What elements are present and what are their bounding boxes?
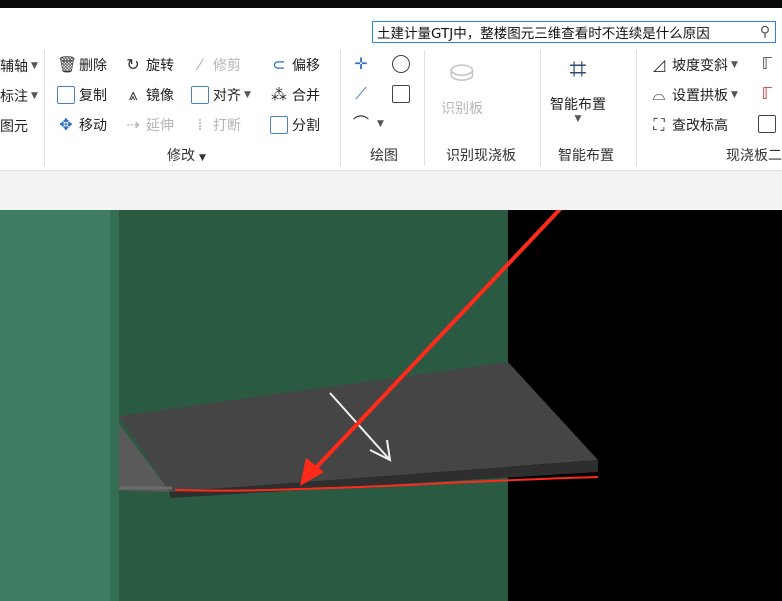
slab-query-icon <box>758 115 776 133</box>
break-label: 打断 <box>213 118 241 134</box>
group-label-identify: 识别现浇板 <box>446 148 516 164</box>
chevron-down-icon: ▼ <box>574 114 582 124</box>
arch-button[interactable]: ⌓ 设置拱板 ▼ <box>650 85 738 105</box>
element-button[interactable]: 图元 <box>0 116 28 136</box>
slope-icon: ◿ <box>652 55 666 74</box>
mirror-label: 镜像 <box>146 88 174 104</box>
group-divider <box>636 50 637 166</box>
copy-icon <box>57 86 75 104</box>
trim-icon: ⁄ <box>198 55 202 74</box>
circle-tool[interactable] <box>392 55 414 73</box>
axis-button[interactable]: 辅轴 ▼ <box>0 56 38 76</box>
merge-icon: ⁂ <box>271 85 287 104</box>
rotate-icon: ↻ <box>126 55 140 74</box>
smart-layout-button[interactable]: ⌗ 智能布置 ▼ <box>544 50 612 124</box>
move-icon: ✥ <box>59 115 73 134</box>
search-input[interactable]: 土建计量GTJ中，整楼图元三维查看时不连续是什么原因 <box>373 22 755 42</box>
status-strip <box>0 170 782 211</box>
slope-label: 坡度变斜 <box>672 58 728 74</box>
search-box[interactable]: 土建计量GTJ中，整楼图元三维查看时不连续是什么原因 ⚲ <box>372 21 776 43</box>
chevron-down-icon: ▼ <box>731 90 738 100</box>
mirror-icon: ⩓ <box>128 85 138 104</box>
rectangle-icon <box>392 85 410 103</box>
scene-overlay <box>119 210 599 498</box>
merge-label: 合并 <box>292 88 320 104</box>
align-label: 对齐 <box>213 88 241 104</box>
circle-icon <box>392 55 410 73</box>
arch-icon: ⌓ <box>652 85 666 104</box>
elevation-label: 查改标高 <box>672 118 728 134</box>
chevron-down-icon: ▼ <box>31 91 38 101</box>
slab-tool-3[interactable] <box>758 115 780 133</box>
element-label: 图元 <box>0 119 28 135</box>
move-label: 移动 <box>79 118 107 134</box>
ribbon-toolbar: 辅轴 ▼ 标注 ▼ 图元 🗑 删除 ↻ 旋转 ⁄ 修剪 ⊂ 偏移 复制 ⩓ 镜像 对齐 ▼ ⁂ 合… <box>0 46 782 170</box>
offset-button[interactable]: ⊂ 偏移 <box>270 55 320 75</box>
slab-tool-2[interactable]: ℾ <box>758 85 780 103</box>
move-button[interactable]: ✥ 移动 <box>57 115 107 135</box>
title-bar: 土建计量GTJ中，整楼图元三维查看时不连续是什么原因 ⚲ <box>0 0 782 46</box>
offset-icon: ⊂ <box>272 55 286 74</box>
extend-button[interactable]: ⇢ 延伸 <box>124 115 174 135</box>
chevron-down-icon: ▼ <box>731 60 738 70</box>
break-icon: ⁞ <box>197 115 203 134</box>
window-top-edge <box>0 0 782 8</box>
annotate-button[interactable]: 标注 ▼ <box>0 86 38 106</box>
align-button[interactable]: 对齐 ▼ <box>191 85 251 105</box>
arch-label: 设置拱板 <box>672 88 728 104</box>
smart-layout-icon: ⌗ <box>569 52 587 87</box>
chevron-down-icon: ▼ <box>31 61 38 71</box>
smart-layout-label: 智能布置 <box>550 97 606 113</box>
copy-label: 复制 <box>79 88 107 104</box>
break-button[interactable]: ⁞ 打断 <box>191 115 241 135</box>
trim-button[interactable]: ⁄ 修剪 <box>191 55 241 75</box>
group-label-smart: 智能布置 <box>558 148 614 164</box>
group-label-draw: 绘图 <box>370 148 398 164</box>
point-tool[interactable]: ✛ <box>352 55 374 73</box>
slab-tool-1[interactable]: ℾ <box>758 55 780 73</box>
merge-button[interactable]: ⁂ 合并 <box>270 85 320 105</box>
rotate-label: 旋转 <box>146 58 174 74</box>
rectangle-tool[interactable] <box>392 85 414 103</box>
chevron-down-icon: ▼ <box>244 90 251 100</box>
arc-icon: ⌒ <box>352 114 369 133</box>
split-icon <box>270 116 288 134</box>
group-divider <box>424 50 425 166</box>
identify-slab-label: 识别板 <box>441 101 483 117</box>
chevron-down-icon: ▼ <box>377 119 384 129</box>
elevation-icon: ⛶ <box>653 115 665 134</box>
trash-icon: 🗑 <box>57 55 78 74</box>
group-label-modify: 修改 ▼ <box>167 148 206 164</box>
extend-label: 延伸 <box>146 118 174 134</box>
search-icon[interactable]: ⚲ <box>755 24 775 40</box>
delete-label: 删除 <box>79 58 107 74</box>
line-icon: ⟋ <box>355 84 367 103</box>
slab-tool-icon: ℾ <box>761 54 773 73</box>
group-label-slab: 现浇板二 <box>726 148 782 164</box>
split-label: 分割 <box>292 118 320 134</box>
group-divider <box>540 50 541 166</box>
group-divider <box>44 50 45 166</box>
axis-label: 辅轴 <box>0 59 28 75</box>
offset-label: 偏移 <box>292 58 320 74</box>
align-icon <box>191 86 209 104</box>
line-tool[interactable]: ⟋ <box>352 85 374 103</box>
annotate-label: 标注 <box>0 89 28 105</box>
identify-slab-icon: ⛀ <box>449 54 475 89</box>
slab-remove-icon: ℾ <box>761 84 773 103</box>
identify-slab-button[interactable]: ⛀ 识别板 <box>432 52 492 118</box>
arc-tool[interactable]: ⌒ ▼ <box>352 115 384 133</box>
copy-button[interactable]: 复制 <box>57 85 107 105</box>
rotate-button[interactable]: ↻ 旋转 <box>124 55 174 75</box>
point-icon: ✛ <box>354 54 368 73</box>
split-button[interactable]: 分割 <box>270 115 320 135</box>
elevation-button[interactable]: ⛶ 查改标高 <box>650 115 728 135</box>
mirror-button[interactable]: ⩓ 镜像 <box>124 85 174 105</box>
delete-button[interactable]: 🗑 删除 <box>57 55 107 75</box>
trim-label: 修剪 <box>213 58 241 74</box>
group-divider <box>340 50 341 166</box>
slope-button[interactable]: ◿ 坡度变斜 ▼ <box>650 55 738 75</box>
extend-icon: ⇢ <box>126 115 140 134</box>
